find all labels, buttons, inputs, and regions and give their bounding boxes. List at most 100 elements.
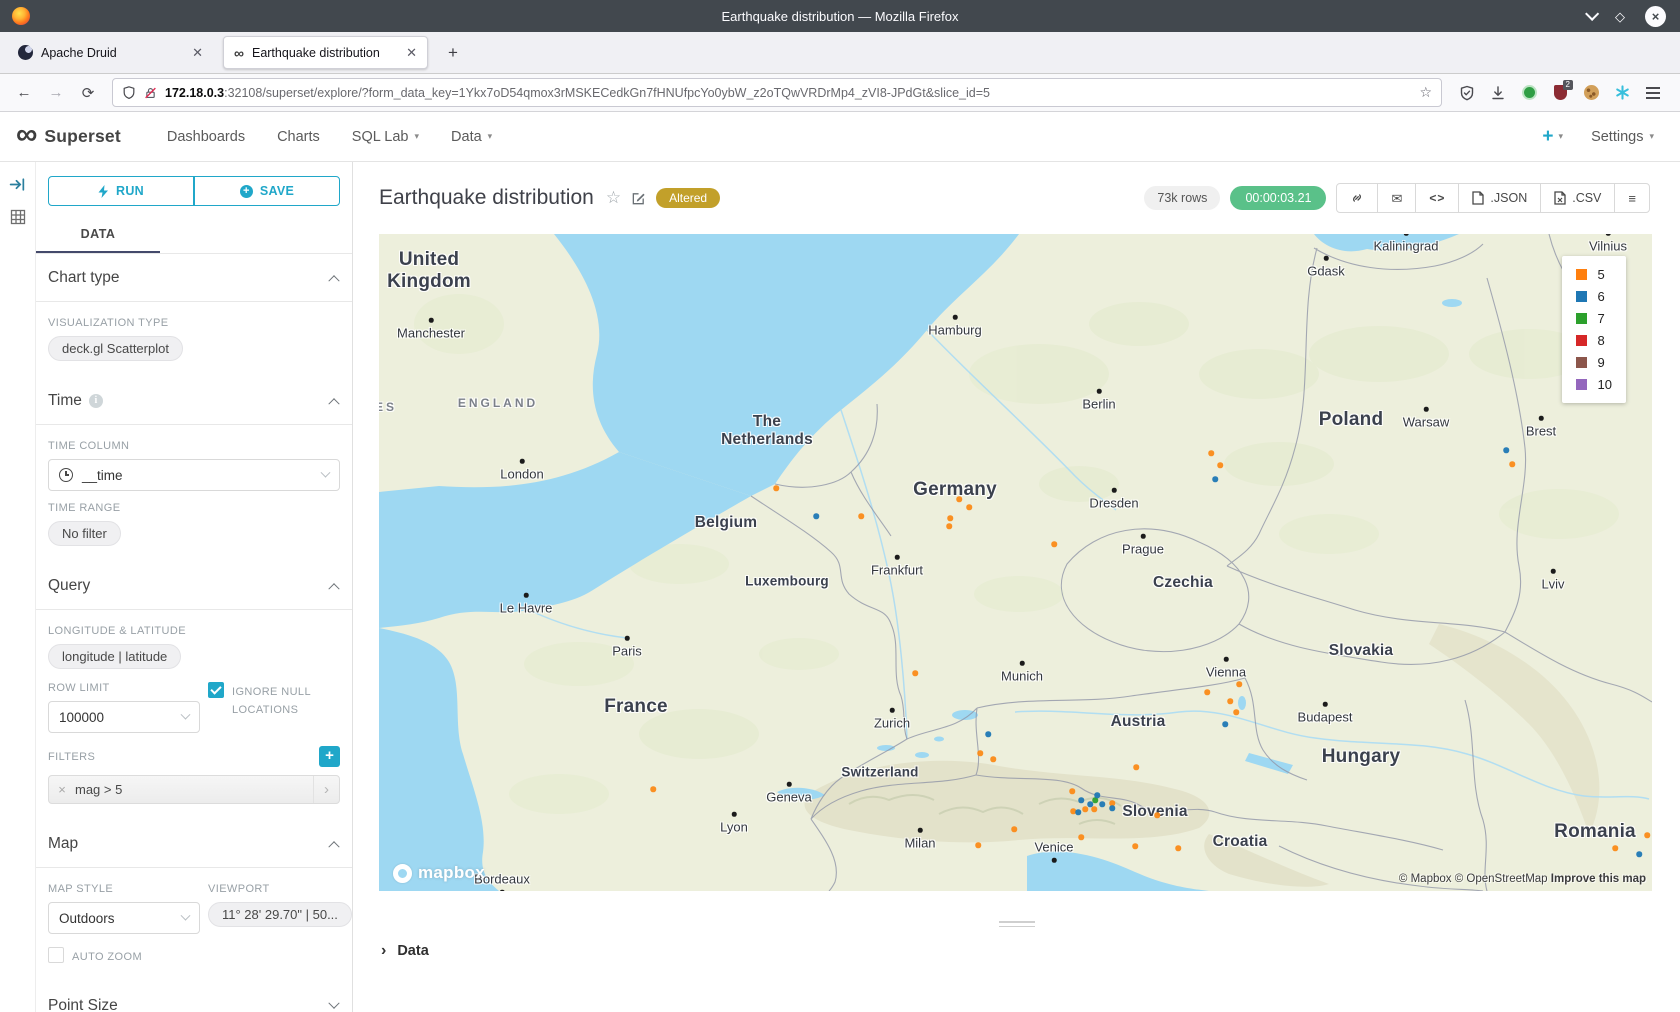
scatter-point [1217,462,1223,468]
row-limit-select[interactable]: 100000 [48,701,200,733]
mapbox-logo[interactable]: mapbox [393,863,485,883]
expand-filter-icon[interactable]: › [313,776,339,803]
section-time: Timei TIME COLUMN __time TIME RANGE No f… [36,377,352,562]
ignore-null-checkbox[interactable] [208,682,224,698]
datasource-grid-icon[interactable] [10,209,26,225]
section-query-header[interactable]: Query [36,562,352,609]
map-country-label: Hungary [1322,746,1400,768]
lightning-icon [98,185,109,198]
asterisk-extension-icon[interactable] [1613,84,1631,102]
filter-item[interactable]: × mag > 5 › [48,775,340,804]
url-path: :32108/superset/explore/?form_data_key=1… [224,86,990,100]
collapse-panel-icon[interactable] [9,176,26,193]
more-options-button[interactable]: ≡ [1614,184,1649,212]
chevron-down-icon: ▾ [1559,131,1564,142]
section-map-header[interactable]: Map [36,820,352,867]
new-item-button[interactable]: +▾ [1542,126,1563,148]
map-city-label: Lviv [1541,577,1564,592]
legend-label: 7 [1598,311,1605,326]
window-maximize-icon[interactable]: ◇ [1615,10,1625,23]
section-point-size-header[interactable]: Point Size [36,982,352,1012]
cookie-extension-icon[interactable] [1582,84,1600,102]
map-city-label: Milan [904,836,935,851]
map-city-label: Brest [1526,424,1556,439]
legend-item[interactable]: 8 [1576,333,1612,348]
nav-data[interactable]: Data▾ [435,129,508,145]
section-chart-type-header[interactable]: Chart type [36,254,352,301]
section-map: Map MAP STYLE Outdoors AUTO ZOOM [36,820,352,982]
browser-menu-icon[interactable] [1644,84,1662,102]
legend-item[interactable]: 6 [1576,289,1612,304]
copy-link-button[interactable] [1337,184,1377,212]
tab-data[interactable]: DATA [36,218,160,253]
legend-label: 9 [1598,355,1605,370]
chevron-right-icon: › [381,943,386,959]
map-country-label: United Kingdom [379,249,494,293]
scatter-point [1222,721,1228,727]
nav-sql-lab[interactable]: SQL Lab▾ [336,129,435,145]
legend-item[interactable]: 7 [1576,311,1612,326]
legend-item[interactable]: 5 [1576,267,1612,282]
adblock-extension-icon[interactable]: 2 [1551,84,1569,102]
favorite-star-icon[interactable]: ☆ [606,188,621,208]
forward-button[interactable]: → [42,79,70,107]
legend-item[interactable]: 10 [1576,377,1612,392]
altered-badge[interactable]: Altered [656,188,720,208]
url-bar[interactable]: 172.18.0.3:32108/superset/explore/?form_… [112,78,1442,107]
edit-properties-icon[interactable] [631,191,646,206]
map-country-label: Germany [913,479,997,501]
attribution-improve-link[interactable]: Improve this map [1551,873,1646,885]
export-csv-button[interactable]: .CSV [1540,184,1614,212]
file-x-icon [1554,191,1566,205]
deckgl-map[interactable]: United KingdomESENGLANDThe NetherlandsBe… [379,234,1652,891]
window-close-icon[interactable]: × [1645,6,1666,27]
data-panel-toggle[interactable]: › Data [353,927,1680,959]
legend-item[interactable]: 9 [1576,355,1612,370]
window-minimize-icon[interactable] [1585,7,1599,21]
remove-filter-icon[interactable]: × [49,782,75,797]
chevron-up-icon [328,398,339,409]
permissions-shield-icon[interactable] [122,85,136,100]
time-column-select[interactable]: __time [48,459,340,491]
downloads-icon[interactable] [1489,84,1507,102]
nav-settings[interactable]: Settings▾ [1591,129,1654,145]
new-tab-button[interactable]: + [440,41,466,65]
attribution-osm-link[interactable]: © OpenStreetMap [1455,873,1548,885]
export-json-button[interactable]: .JSON [1458,184,1540,212]
superset-logo[interactable]: ∞ Superset [16,126,121,147]
add-filter-button[interactable]: + [319,746,340,767]
nav-charts[interactable]: Charts [261,129,336,145]
auto-zoom-checkbox[interactable] [48,947,64,963]
run-button[interactable]: RUN [48,176,194,206]
tab-title: Apache Druid [41,46,117,60]
scatter-point [1233,709,1239,715]
map-style-select[interactable]: Outdoors [48,902,200,934]
nav-dashboards[interactable]: Dashboards [151,129,261,145]
browser-tab-druid[interactable]: Apache Druid ✕ [8,36,213,69]
browser-tab-earthquake[interactable]: ∞ Earthquake distribution ✕ [223,36,428,69]
insecure-lock-icon[interactable] [144,86,157,100]
embed-code-button[interactable]: <> [1415,184,1458,212]
viewport-value[interactable]: 11° 28' 29.70" | 50... [208,902,352,927]
extension-green-icon[interactable] [1520,84,1538,102]
attribution-mapbox-link[interactable]: © Mapbox [1399,873,1452,885]
city-dot [787,782,792,787]
lonlat-value[interactable]: longitude | latitude [48,644,181,669]
scatter-point [1644,832,1650,838]
map-country-label: Slovakia [1329,642,1394,660]
time-range-value[interactable]: No filter [48,521,121,546]
save-button[interactable]: + SAVE [194,176,340,206]
reload-button[interactable]: ⟳ [74,79,102,107]
viz-type-value[interactable]: deck.gl Scatterplot [48,336,183,361]
bookmark-star-icon[interactable]: ☆ [1419,84,1432,101]
tab-close-icon[interactable]: ✕ [192,45,203,61]
scatter-point [977,750,983,756]
protection-shield-icon[interactable] [1458,84,1476,102]
map-country-label: Switzerland [841,765,918,780]
section-time-header[interactable]: Timei [36,377,352,424]
back-button[interactable]: ← [10,79,38,107]
email-button[interactable]: ✉ [1377,184,1415,212]
tab-close-icon[interactable]: ✕ [406,45,417,61]
city-dot [895,555,900,560]
legend-label: 6 [1598,289,1605,304]
